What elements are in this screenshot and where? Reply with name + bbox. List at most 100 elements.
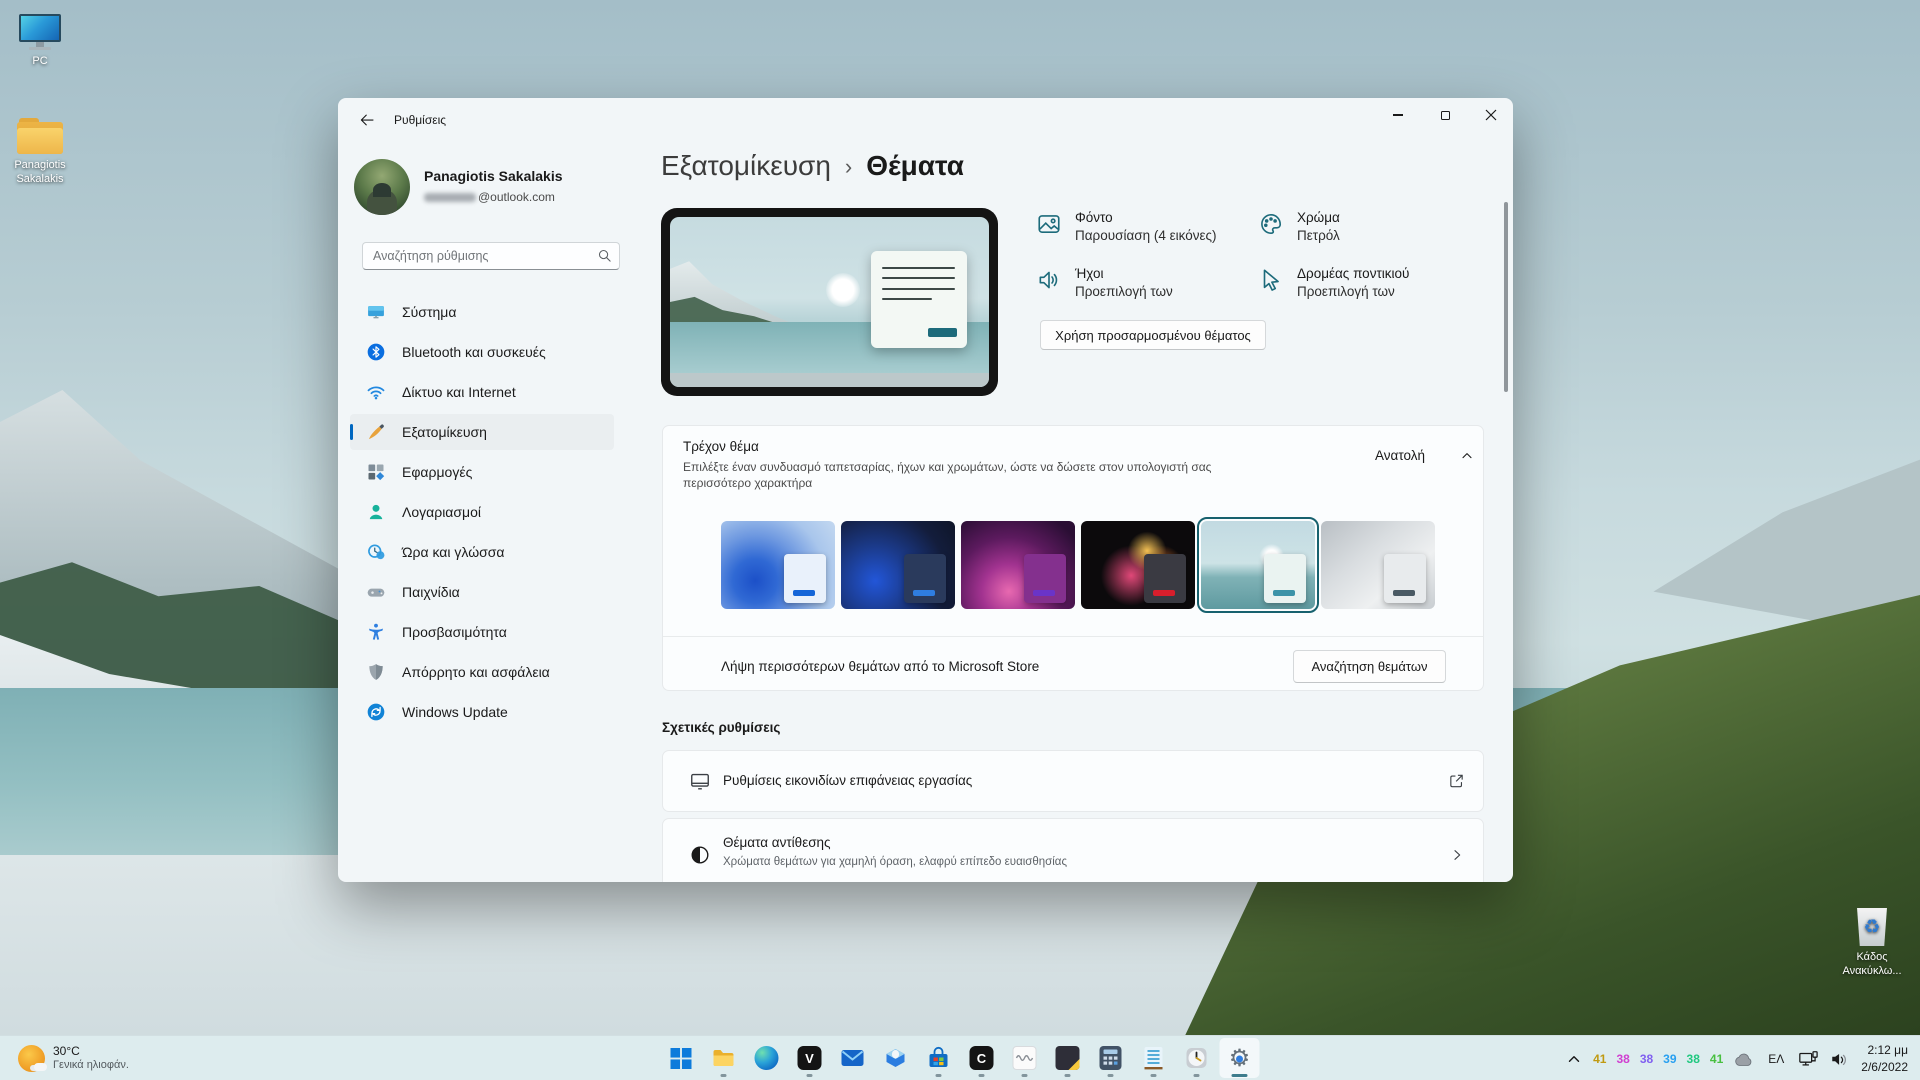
clock-app-icon	[1185, 1046, 1209, 1070]
contrast-themes-row[interactable]: Θέματα αντίθεσης Χρώματα θεμάτων για χαμ…	[662, 818, 1484, 882]
hw-monitor-value[interactable]: 38	[1687, 1052, 1700, 1066]
use-custom-theme-button[interactable]: Χρήση προσαρμοσμένου θέματος	[1040, 320, 1266, 350]
close-button[interactable]	[1469, 98, 1513, 132]
speaker-icon	[1829, 1049, 1851, 1069]
desktop-icon-recycle-bin[interactable]: ♻ Κάδος Ανακύκλω...	[1832, 908, 1912, 979]
search-box	[362, 242, 620, 270]
c-app-button[interactable]: C	[962, 1038, 1002, 1078]
desktop-icon-pc[interactable]: PC	[0, 14, 80, 68]
quick-title: Χρώμα	[1297, 210, 1340, 225]
browse-themes-button[interactable]: Αναζήτηση θεμάτων	[1293, 650, 1446, 683]
personalization-icon	[366, 422, 386, 442]
bluetooth-icon	[366, 342, 386, 362]
language-indicator[interactable]: ΕΛ	[1765, 1052, 1787, 1066]
theme-thumbnail-captured-motion[interactable]	[1081, 521, 1195, 609]
back-button[interactable]	[352, 106, 382, 134]
volume-tray-button[interactable]	[1829, 1049, 1851, 1069]
start-button[interactable]	[661, 1038, 701, 1078]
avatar[interactable]	[354, 159, 410, 215]
sidebar-item-network[interactable]: Δίκτυο και Internet	[350, 374, 614, 410]
collapse-section-button[interactable]	[1459, 448, 1475, 469]
sidebar-item-gaming[interactable]: Παιχνίδια	[350, 574, 614, 610]
sidebar-item-label: Bluetooth και συσκευές	[402, 344, 546, 360]
scrollbar-thumb[interactable]	[1504, 202, 1508, 392]
calculator-icon	[1100, 1046, 1122, 1070]
sidebar-nav: Σύστημα Bluetooth και συσκευές Δίκτυο κα…	[350, 294, 614, 734]
page-title: Θέματα	[866, 150, 964, 182]
sidebar-item-apps[interactable]: Εφαρμογές	[350, 454, 614, 490]
image-icon	[1036, 211, 1062, 237]
hw-monitor-value[interactable]: 39	[1663, 1052, 1676, 1066]
notepad-button[interactable]	[1134, 1038, 1174, 1078]
theme-thumbnail-windows-dark[interactable]	[841, 521, 955, 609]
sticky-notes-button[interactable]	[1048, 1038, 1088, 1078]
related-item-label: Ρυθμίσεις εικονιδίων επιφάνειας εργασίας	[723, 773, 972, 788]
recycle-bin-icon: ♻	[1855, 908, 1889, 946]
network-icon	[1797, 1049, 1819, 1069]
theme-preview-screen	[670, 217, 989, 387]
network-tray-button[interactable]	[1797, 1049, 1819, 1069]
sun-cloud-icon	[18, 1045, 45, 1072]
speaker-icon	[1036, 267, 1062, 293]
cloud-tray-button[interactable]	[1733, 1051, 1755, 1067]
minimize-icon	[1393, 114, 1403, 115]
pc-icon	[0, 14, 80, 50]
tray-chevron-button[interactable]	[1565, 1050, 1583, 1068]
edge-button[interactable]	[747, 1038, 787, 1078]
desktop: { "desktop": { "icons": { "pc": "PC", "u…	[0, 0, 1920, 1080]
quick-title: Δρομέας ποντικιού	[1297, 266, 1409, 281]
theme-thumbnail-sunrise-selected[interactable]	[1201, 521, 1315, 609]
breadcrumb-separator-icon: ›	[845, 152, 852, 180]
quick-setting-cursor: Δρομέας ποντικιού Προεπιλογή των	[1258, 266, 1478, 299]
accessibility-icon	[366, 622, 386, 642]
file-explorer-button[interactable]	[704, 1038, 744, 1078]
theme-thumbnail-flow[interactable]	[1321, 521, 1435, 609]
settings-button[interactable]: ⚙	[1220, 1038, 1260, 1078]
desktop-icon-folder-label: Panagiotis Sakalakis	[0, 158, 80, 187]
sidebar-item-system[interactable]: Σύστημα	[350, 294, 614, 330]
desktop-icon-bin-label: Κάδος Ανακύκλω...	[1832, 950, 1912, 979]
theme-thumbnail-glow[interactable]	[961, 521, 1075, 609]
sidebar-item-personalization[interactable]: Εξατομίκευση	[350, 414, 614, 450]
sidebar-item-privacy[interactable]: Απόρρητο και ασφάλεια	[350, 654, 614, 690]
hw-monitor-value[interactable]: 41	[1710, 1052, 1723, 1066]
breadcrumb-parent[interactable]: Εξατομίκευση	[661, 150, 831, 182]
weather-widget[interactable]: 30°C Γενικά ηλιοφάν.	[10, 1039, 137, 1077]
weather-temp: 30°C	[53, 1044, 129, 1059]
sidebar-item-bluetooth[interactable]: Bluetooth και συσκευές	[350, 334, 614, 370]
related-item-sublabel: Χρώματα θεμάτων για χαμηλή όραση, ελαφρύ…	[723, 856, 1067, 868]
desktop-icon-user-folder[interactable]: Panagiotis Sakalakis	[0, 118, 80, 187]
sidebar-item-accounts[interactable]: Λογαριασμοί	[350, 494, 614, 530]
wallpaper-hill	[1490, 420, 1920, 640]
edge-icon	[755, 1046, 779, 1070]
equalizer-app-button[interactable]	[1005, 1038, 1045, 1078]
sidebar-item-windows-update[interactable]: Windows Update	[350, 694, 614, 730]
mail-button[interactable]	[833, 1038, 873, 1078]
maximize-button[interactable]	[1422, 98, 1468, 132]
minimize-button[interactable]	[1375, 98, 1421, 132]
desktop-icon-settings-row[interactable]: Ρυθμίσεις εικονιδίων επιφάνειας εργασίας	[662, 750, 1484, 812]
sidebar-item-time-language[interactable]: Ώρα και γλώσσα	[350, 534, 614, 570]
quick-setting-background: Φόντο Παρουσίαση (4 εικόνες)	[1036, 210, 1256, 243]
sidebar-item-label: Εφαρμογές	[402, 464, 472, 480]
monitor-icon	[689, 770, 711, 792]
hw-monitor-value[interactable]: 41	[1593, 1052, 1606, 1066]
hw-monitor-value[interactable]: 38	[1640, 1052, 1653, 1066]
clock-tray[interactable]: 2:12 μμ 2/6/2022	[1861, 1042, 1912, 1074]
sidebar-item-accessibility[interactable]: Προσβασιμότητα	[350, 614, 614, 650]
theme-thumbnails	[721, 521, 1435, 609]
tray-date: 2/6/2022	[1861, 1059, 1908, 1075]
cube-3d-icon	[884, 1046, 908, 1070]
clock-app-button[interactable]	[1177, 1038, 1217, 1078]
microsoft-store-button[interactable]	[919, 1038, 959, 1078]
theme-thumbnail-windows-light[interactable]	[721, 521, 835, 609]
related-settings-heading: Σχετικές ρυθμίσεις	[662, 720, 780, 735]
vivaldi-button[interactable]: V	[790, 1038, 830, 1078]
cube-app-button[interactable]	[876, 1038, 916, 1078]
search-input[interactable]	[362, 242, 620, 270]
calculator-button[interactable]	[1091, 1038, 1131, 1078]
sidebar-item-label: Λογαριασμοί	[402, 504, 481, 520]
quick-setting-sounds: Ήχοι Προεπιλογή των	[1036, 266, 1256, 299]
windows-logo-icon	[670, 1048, 691, 1069]
hw-monitor-value[interactable]: 38	[1616, 1052, 1629, 1066]
